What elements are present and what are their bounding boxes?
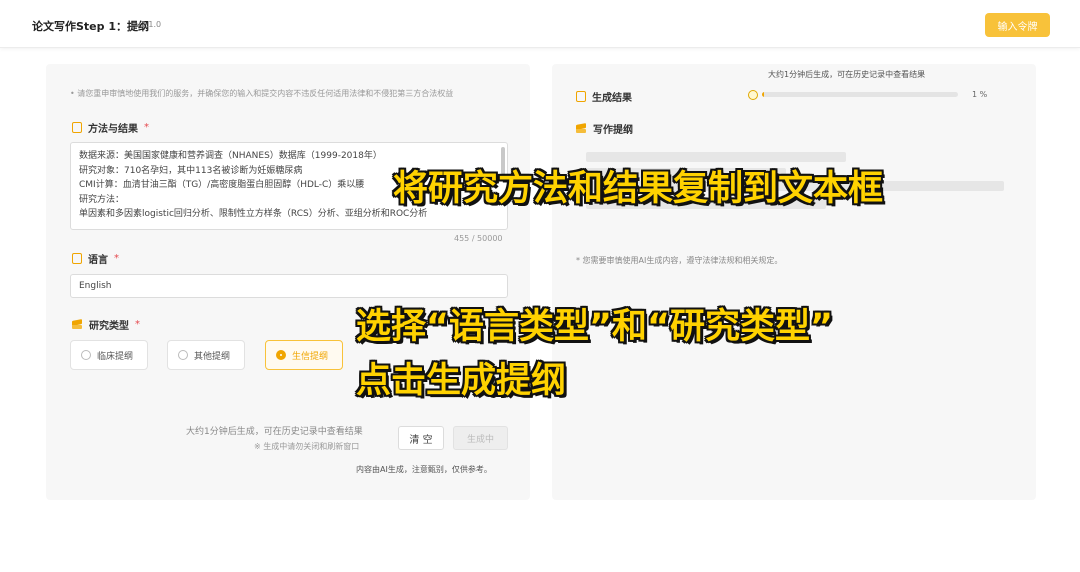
study-type-bioinfo[interactable]: 生信提纲 [265, 340, 343, 370]
generation-warning: ※ 生成中请勿关闭和刷新窗口 [254, 442, 360, 451]
instruction-overlay-2: 选择“语言类型”和“研究类型” [356, 307, 834, 347]
result-estimate: 大约1分钟后生成，可在历史记录中查看结果 [768, 70, 926, 79]
instruction-overlay-3: 点击生成提纲 [356, 361, 567, 401]
option-label: 临床提纲 [97, 351, 134, 362]
layers-icon [576, 123, 587, 134]
document-icon [576, 91, 586, 102]
char-counter: 455 / 50000 [454, 234, 503, 243]
outline-section-title: 写作提纲 [576, 121, 633, 136]
top-bar: 论文写作Step 1：提纲 v2.1.0 输入令牌 [0, 0, 1080, 48]
methods-section-title: 方法与结果 * [72, 120, 149, 135]
result-section-title: 生成结果 [576, 89, 632, 104]
progress-percent: 1 % [972, 90, 988, 99]
required-mark: * [114, 253, 119, 264]
progress-bar [762, 92, 958, 97]
required-mark: * [144, 122, 149, 133]
generate-button[interactable]: 生成中 [453, 426, 508, 450]
option-label: 其他提纲 [194, 351, 231, 362]
study-type-label: 研究类型 [89, 321, 129, 332]
methods-label: 方法与结果 [88, 124, 138, 135]
generation-estimate: 大约1分钟后生成，可在历史记录中查看结果 [186, 427, 363, 437]
study-type-section-title: 研究类型 * [72, 317, 140, 332]
progress-fill [762, 92, 764, 97]
output-panel: 大约1分钟后生成，可在历史记录中查看结果 1 % 生成结果 写作提纲 * 您需要… [552, 64, 1036, 500]
radio-icon [81, 350, 91, 360]
result-notice: * 您需要审慎使用AI生成内容，遵守法律法规和相关规定。 [576, 256, 783, 265]
language-select[interactable]: English [70, 274, 508, 298]
edit-document-icon [72, 122, 82, 133]
language-label: 语言 [88, 255, 108, 266]
command-button[interactable]: 输入令牌 [985, 13, 1050, 37]
app-version: v2.1.0 [136, 20, 162, 29]
clear-button[interactable]: 清 空 [398, 426, 444, 450]
study-type-other[interactable]: 其他提纲 [167, 340, 245, 370]
option-label: 生信提纲 [292, 351, 329, 362]
radio-icon [178, 350, 188, 360]
service-notice: • 请您重申审慎地使用我们的服务，并确保您的输入和提交内容不违反任何适用法律和不… [70, 89, 454, 98]
app-title: 论文写作Step 1：提纲 [32, 20, 149, 33]
radio-selected-icon [276, 350, 286, 360]
required-mark: * [135, 319, 140, 330]
result-title: 生成结果 [592, 93, 632, 104]
input-panel: • 请您重申审慎地使用我们的服务，并确保您的输入和提交内容不违反任何适用法律和不… [46, 64, 530, 500]
edit-document-icon [72, 253, 82, 264]
layers-icon [72, 319, 83, 330]
language-section-title: 语言 * [72, 251, 119, 266]
lightbulb-icon [748, 90, 758, 100]
instruction-overlay-1: 将研究方法和结果复制到文本框 [393, 169, 884, 209]
study-type-clinical[interactable]: 临床提纲 [70, 340, 148, 370]
ai-disclaimer: 内容由AI生成，注意甄别，仅供参考。 [356, 465, 492, 474]
outline-title: 写作提纲 [593, 125, 633, 136]
